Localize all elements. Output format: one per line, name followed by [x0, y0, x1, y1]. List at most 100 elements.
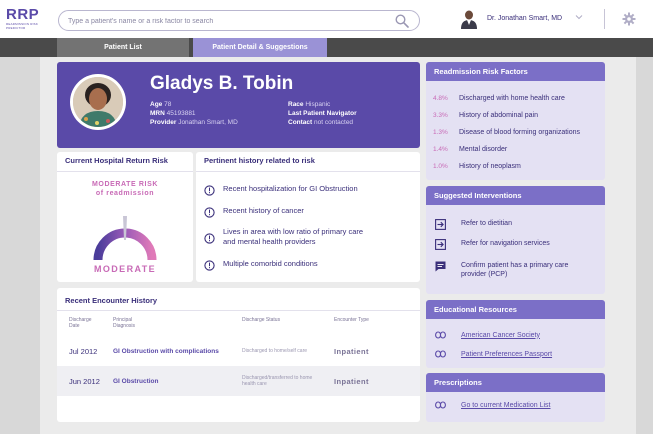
patient-header-card: Gladys B. Tobin Age 78 MRN 45193881 Prov…	[57, 62, 420, 148]
patient-photo	[70, 74, 126, 130]
patient-age: Age 78	[150, 101, 171, 108]
cell-diagnosis: GI Obstruction with complications	[113, 347, 219, 355]
risk-factors-panel: Readmission Risk Factors 4.8% Discharged…	[426, 62, 605, 180]
race-value: Hispanic	[305, 101, 331, 108]
risk-factor-item: 1.4% Mental disorder	[433, 146, 507, 153]
resource-link-text[interactable]: Patient Preferences Passport	[461, 351, 552, 358]
logo-text: RRP	[6, 6, 40, 23]
link-icon	[435, 350, 446, 358]
search-box[interactable]	[58, 10, 420, 31]
risk-factor-label: History of abdominal pain	[459, 112, 538, 119]
column-header: Discharge Status	[242, 317, 281, 323]
history-text: Recent hospitalization for GI Obstructio…	[223, 184, 358, 193]
cell-diagnosis: GI Obstruction	[113, 377, 159, 385]
resource-link-text[interactable]: American Cancer Society	[461, 332, 540, 339]
link-icon	[435, 331, 446, 339]
risk-factor-label: Disease of blood forming organizations	[459, 129, 581, 136]
search-input[interactable]	[68, 14, 378, 28]
interventions-panel: Suggested Interventions Refer to dietiti…	[426, 186, 605, 294]
prescriptions-panel: Prescriptions Go to current Medication L…	[426, 373, 605, 422]
age-label: Age	[150, 101, 163, 108]
divider	[196, 171, 420, 172]
risk-factor-pct: 4.8%	[433, 95, 448, 102]
resource-link[interactable]: American Cancer Society	[435, 331, 540, 339]
divider	[57, 171, 193, 172]
mrn-value: 45193881	[166, 110, 196, 117]
app-logo[interactable]: RRP READMISSION RISK PREDICTOR	[6, 6, 50, 32]
column-header: Encounter Type	[334, 317, 369, 323]
risk-level-word: MODERATE	[93, 264, 157, 274]
medication-link-text[interactable]: Go to current Medication List	[461, 402, 551, 409]
divider	[57, 310, 420, 311]
alert-circle-icon	[204, 233, 215, 244]
risk-factor-pct: 1.4%	[433, 146, 448, 153]
contact-value: not contacted	[314, 119, 354, 126]
arrow-right-box-icon	[435, 219, 446, 230]
risk-factors-title: Readmission Risk Factors	[426, 62, 605, 81]
tab-label: Patient List	[104, 44, 142, 51]
interventions-title: Suggested Interventions	[426, 186, 605, 205]
patient-mrn: MRN 45193881	[150, 110, 196, 117]
race-label: Race	[288, 101, 304, 108]
user-name[interactable]: Dr. Jonathan Smart, MD	[487, 15, 562, 22]
top-bar: RRP READMISSION RISK PREDICTOR Dr. Jonat…	[0, 0, 653, 38]
contact-label: Contact	[288, 119, 313, 126]
risk-factor-item: 3.3% History of abdominal pain	[433, 112, 538, 119]
history-text: Recent history of cancer	[223, 206, 304, 215]
history-item: Recent history of cancer	[204, 206, 304, 218]
risk-level-text: MODERATE RISK of readmission	[57, 180, 193, 198]
tab-patient-list[interactable]: Patient List	[57, 38, 189, 57]
search-icon[interactable]	[395, 14, 409, 28]
intervention-item[interactable]: Refer for navigation services	[435, 239, 550, 250]
risk-factor-label: History of neoplasm	[459, 163, 521, 170]
chat-bubble-icon	[435, 261, 446, 272]
history-card: Pertinent history related to risk Recent…	[196, 152, 420, 282]
risk-factor-pct: 1.3%	[433, 129, 448, 136]
risk-factor-item: 1.0% History of neoplasm	[433, 163, 521, 170]
gear-icon[interactable]	[622, 12, 636, 26]
risk-factor-item: 4.8% Discharged with home health care	[433, 95, 565, 102]
history-item: Multiple comorbid conditions	[204, 259, 318, 271]
patient-contact: Contact not contacted	[288, 119, 353, 126]
risk-factor-label: Discharged with home health care	[459, 95, 565, 102]
cell-date: Jul 2012	[69, 346, 98, 356]
intervention-item[interactable]: Confirm patient has a primary care provi…	[435, 261, 595, 279]
logo-subtitle: READMISSION RISK PREDICTOR	[6, 22, 39, 30]
intervention-label: Refer to dietitian	[461, 220, 512, 227]
age-value: 78	[164, 101, 172, 108]
risk-level-line1: MODERATE RISK	[91, 181, 158, 188]
patient-provider: Provider Jonathan Smart, MD	[150, 119, 238, 126]
user-avatar[interactable]	[460, 9, 478, 29]
resource-link[interactable]: Patient Preferences Passport	[435, 350, 552, 358]
arrow-right-box-icon	[435, 239, 446, 250]
navigator-label: Last Patient Navigator	[288, 110, 357, 117]
alert-circle-icon	[204, 260, 215, 271]
encounter-history-card: Recent Encounter History Discharge Date …	[57, 288, 420, 422]
tab-patient-detail[interactable]: Patient Detail & Suggestions	[193, 38, 327, 57]
alert-circle-icon	[204, 207, 215, 218]
link-icon	[435, 401, 446, 409]
patient-navigator: Last Patient Navigator	[288, 110, 357, 117]
alert-circle-icon	[204, 185, 215, 196]
medication-link[interactable]: Go to current Medication List	[435, 401, 551, 409]
history-title: Pertinent history related to risk	[204, 156, 315, 165]
history-text: Multiple comorbid conditions	[223, 259, 318, 268]
cell-type: Inpatient	[334, 346, 369, 356]
risk-gauge	[93, 216, 157, 261]
table-row[interactable]: Jun 2012 GI Obstruction Discharged/trans…	[57, 366, 420, 396]
intervention-label: Refer for navigation services	[461, 240, 550, 247]
intervention-item[interactable]: Refer to dietitian	[435, 219, 512, 230]
patient-race: Race Hispanic	[288, 101, 330, 108]
cell-status: Discharged/transferred to home health ca…	[242, 375, 313, 387]
patient-name: Gladys B. Tobin	[150, 73, 294, 94]
cell-date: Jun 2012	[69, 376, 100, 386]
chevron-down-icon[interactable]	[575, 13, 583, 21]
provider-label: Provider	[150, 119, 177, 126]
column-header: Discharge Date	[69, 317, 92, 329]
table-row[interactable]: Jul 2012 GI Obstruction with complicatio…	[57, 336, 420, 366]
prescriptions-title: Prescriptions	[426, 373, 605, 392]
risk-factor-pct: 3.3%	[433, 112, 448, 119]
return-risk-card: Current Hospital Return Risk MODERATE RI…	[57, 152, 193, 282]
history-item: Recent hospitalization for GI Obstructio…	[204, 184, 358, 196]
mrn-label: MRN	[150, 110, 165, 117]
